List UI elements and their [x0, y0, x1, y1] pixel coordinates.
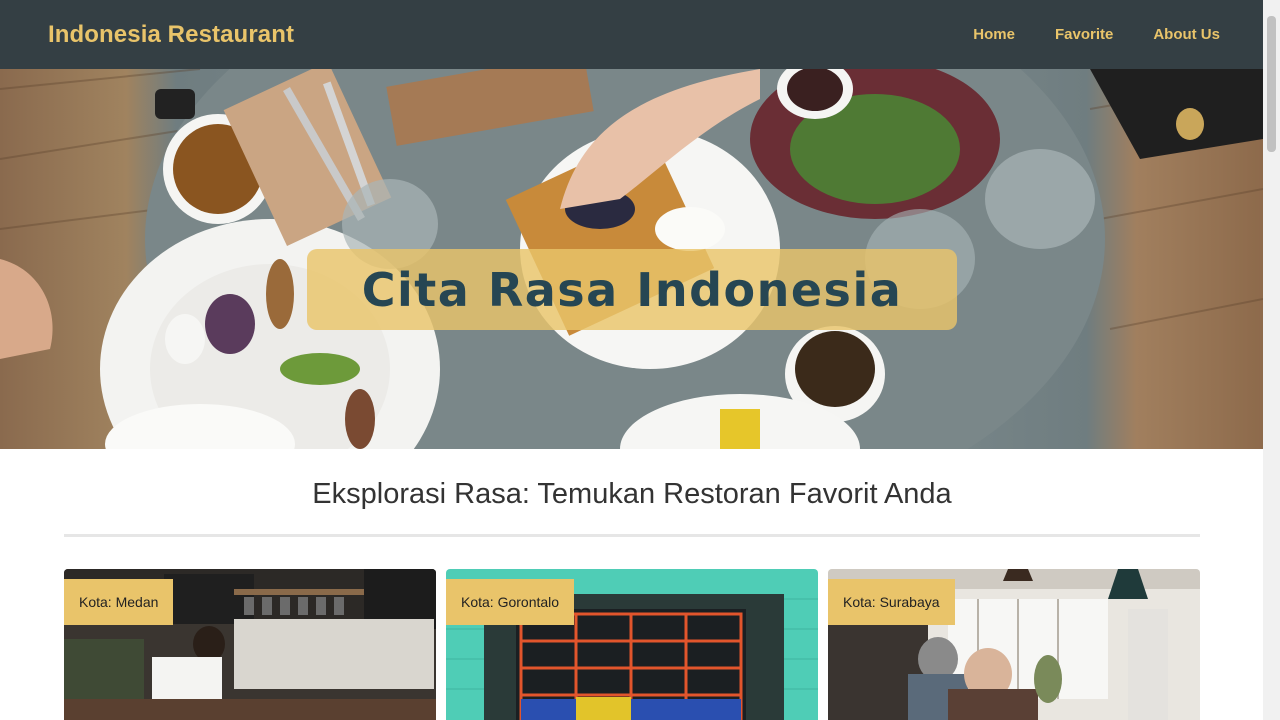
- city-badge: Kota: Gorontalo: [446, 579, 575, 625]
- restaurant-card[interactable]: Kota: Gorontalo: [446, 569, 818, 720]
- restaurant-card[interactable]: Kota: Surabaya: [828, 569, 1200, 720]
- scrollbar-thumb[interactable]: [1267, 16, 1276, 152]
- hero-banner: Cita Rasa Indonesia: [0, 69, 1263, 449]
- hero-title-box: Cita Rasa Indonesia: [307, 249, 957, 330]
- brand-logo[interactable]: Indonesia Restaurant: [48, 21, 294, 49]
- nav-links: Home Favorite About Us: [933, 26, 1220, 43]
- nav-about-link[interactable]: About Us: [1153, 26, 1220, 43]
- city-badge: Kota: Medan: [64, 579, 174, 625]
- restaurant-card[interactable]: Kota: Medan: [64, 569, 436, 720]
- nav-favorite-link[interactable]: Favorite: [1055, 26, 1113, 43]
- city-badge: Kota: Surabaya: [828, 579, 955, 625]
- restaurant-list: Kota: Medan Kota: Gorontalo Kota: Suraba…: [64, 569, 1200, 720]
- hero-title: Cita Rasa Indonesia: [361, 262, 903, 317]
- navbar: Indonesia Restaurant Home Favorite About…: [0, 0, 1263, 69]
- nav-home-link[interactable]: Home: [973, 26, 1015, 43]
- page-scrollbar[interactable]: [1263, 0, 1280, 720]
- section-heading: Eksplorasi Rasa: Temukan Restoran Favori…: [312, 478, 952, 510]
- section-divider: [64, 534, 1200, 537]
